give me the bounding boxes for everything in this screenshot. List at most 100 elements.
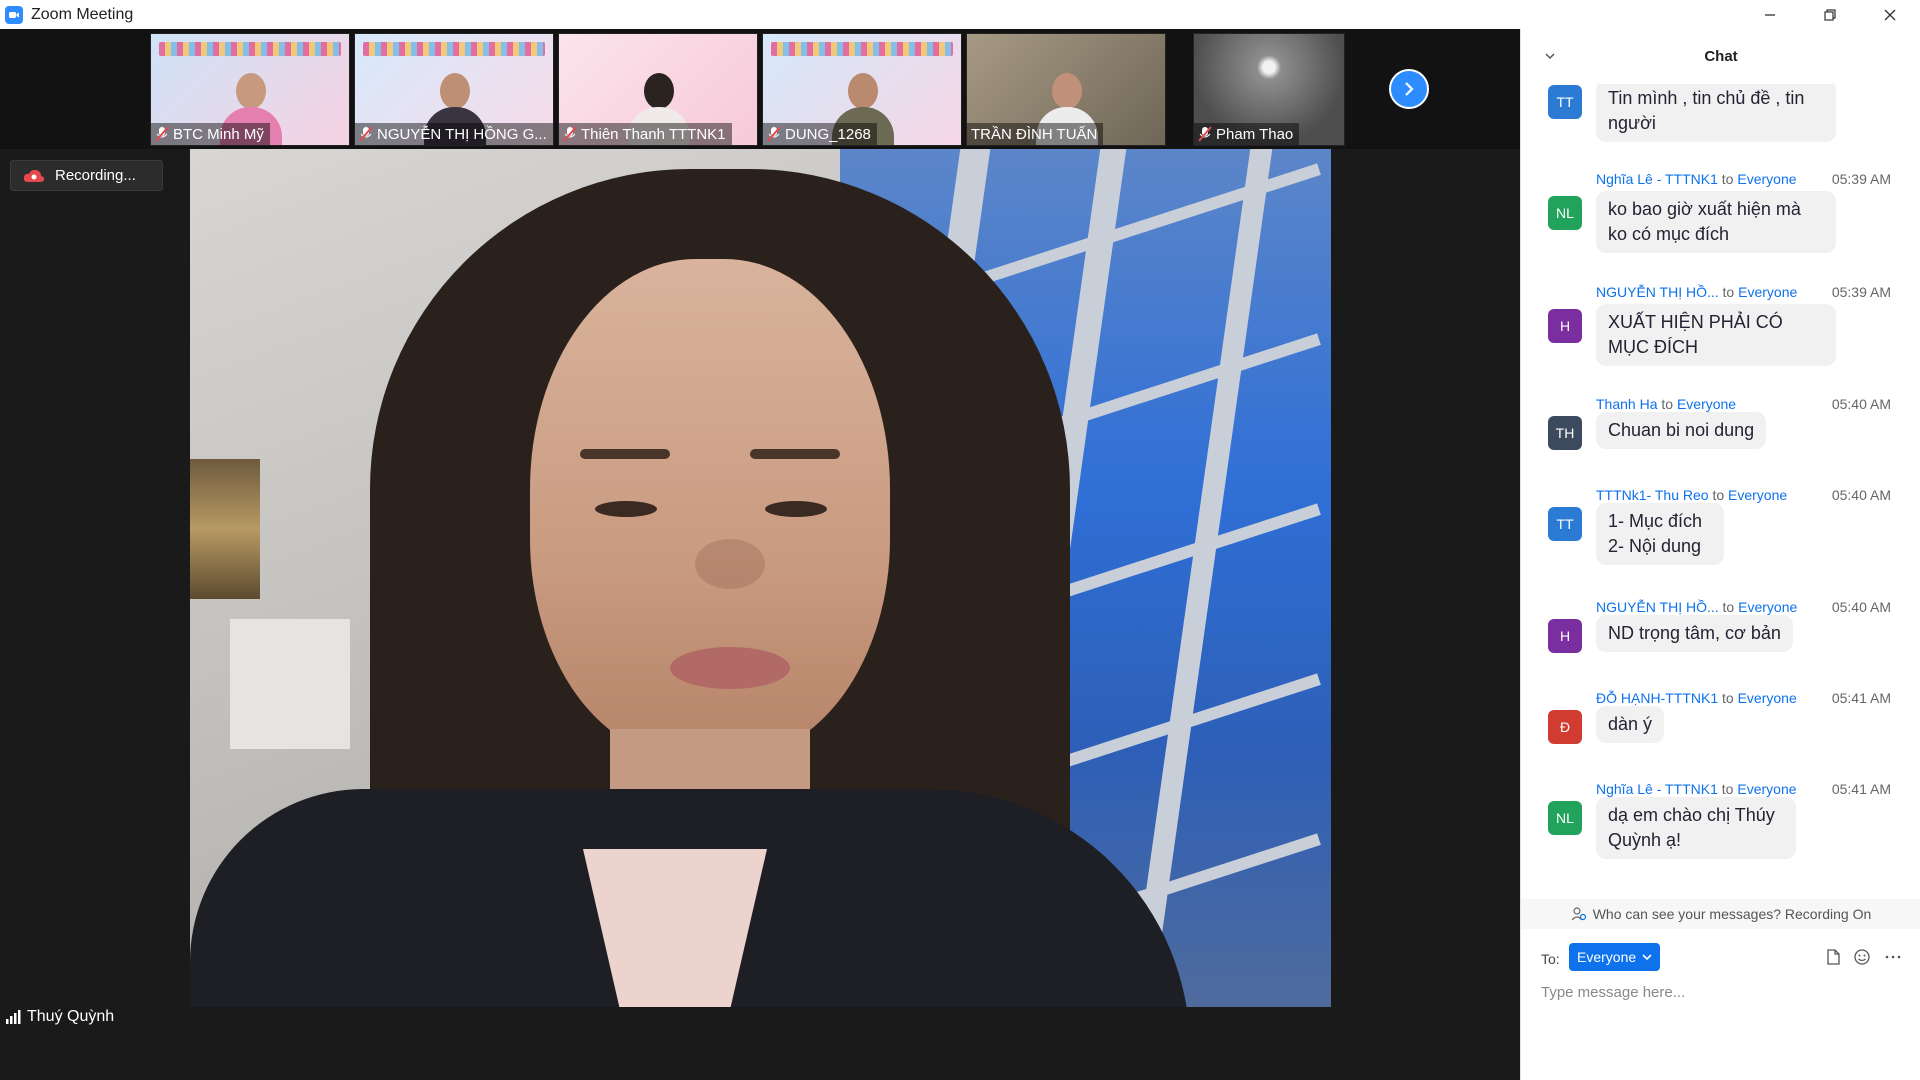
sender-name[interactable]: ĐỖ HẠNH-TTTNK1	[1596, 690, 1718, 706]
mic-muted-icon	[1198, 126, 1212, 142]
close-icon	[1884, 9, 1896, 20]
avatar: Đ	[1548, 710, 1582, 744]
recipient-dropdown[interactable]: Everyone	[1569, 943, 1661, 971]
speaker-label: Thuý Quỳnh	[5, 1008, 114, 1026]
participant-tile[interactable]: TRẦN ĐÌNH TUẤN	[966, 33, 1166, 146]
chat-compose: To: Everyone	[1521, 929, 1920, 1080]
message-text: Chuan bi noi dung	[1596, 412, 1767, 449]
chat-header: Chat	[1521, 29, 1920, 84]
to-text: to	[1712, 487, 1725, 503]
message-time: 05:41 AM	[1831, 690, 1891, 706]
recipient-name[interactable]: Everyone	[1738, 690, 1797, 706]
file-button[interactable]	[1823, 947, 1843, 967]
mic-muted-icon	[359, 126, 373, 142]
meeting-area: BTC Minh Mỹ NGUYỄN THỊ HỒNG G... Thiên T…	[0, 29, 1520, 1080]
participant-tile[interactable]: Pham Thao	[1193, 33, 1345, 146]
participant-name: Pham Thao	[1216, 125, 1294, 143]
avatar: H	[1548, 619, 1582, 653]
signal-strength-icon	[6, 1010, 21, 1024]
restore-button[interactable]	[1800, 0, 1860, 29]
message-meta: Thanh Ha to Everyone	[1596, 396, 1736, 412]
message-meta: ĐỖ HẠNH-TTTNK1 to Everyone	[1596, 690, 1797, 706]
participant-tile[interactable]: BTC Minh Mỹ	[150, 33, 350, 146]
message-text: XUẤT HIỆN PHẢI CÓ MỤC ĐÍCH	[1596, 304, 1836, 366]
participant-name: NGUYỄN THỊ HỒNG G...	[377, 125, 547, 143]
participant-name: Thiên Thanh TTTNK1	[581, 125, 726, 143]
window-title: Zoom Meeting	[31, 5, 134, 23]
message-time: 05:41 AM	[1831, 781, 1891, 797]
participant-tile[interactable]: NGUYỄN THỊ HỒNG G...	[354, 33, 554, 146]
sender-name[interactable]: Nghĩa Lê - TTTNK1	[1596, 171, 1718, 187]
zoom-app-icon	[5, 5, 23, 24]
message-input[interactable]	[1541, 979, 1901, 1005]
message-time: 05:40 AM	[1831, 487, 1891, 503]
avatar: TT	[1548, 85, 1582, 119]
participant-tile[interactable]: DUNG_1268	[762, 33, 962, 146]
sender-name[interactable]: Nghĩa Lê - TTTNK1	[1596, 781, 1718, 797]
participant-tile[interactable]: Thiên Thanh TTTNK1	[558, 33, 758, 146]
more-options-button[interactable]	[1883, 947, 1903, 967]
participant-name: DUNG_1268	[785, 125, 871, 143]
minimize-icon	[1765, 13, 1775, 16]
message-text: 1- Mục đích 2- Nội dung	[1596, 503, 1724, 565]
avatar: NL	[1548, 196, 1582, 230]
emoji-icon	[1854, 949, 1870, 965]
recipient-name[interactable]: Everyone	[1677, 396, 1736, 412]
minimize-button[interactable]	[1740, 0, 1800, 29]
emoji-button[interactable]	[1852, 947, 1872, 967]
chevron-down-icon[interactable]	[1543, 49, 1557, 63]
message-meta: NGUYỄN THỊ HỒ... to Everyone	[1596, 284, 1797, 300]
recipient-name[interactable]: Everyone	[1737, 781, 1796, 797]
title-bar: Zoom Meeting	[0, 0, 1920, 29]
more-icon	[1885, 955, 1901, 959]
message-visibility-notice[interactable]: Who can see your messages? Recording On	[1521, 899, 1920, 929]
to-label: To:	[1541, 951, 1560, 967]
next-page-button[interactable]	[1389, 69, 1429, 109]
recording-label: Recording...	[55, 167, 136, 184]
restore-icon	[1824, 8, 1836, 21]
message-text: dạ em chào chị Thúy Quỳnh ạ!	[1596, 797, 1796, 859]
mic-muted-icon	[563, 126, 577, 142]
recipient-name[interactable]: Everyone	[1728, 487, 1787, 503]
speaker-name: Thuý Quỳnh	[27, 1008, 115, 1025]
chat-title: Chat	[1704, 48, 1738, 65]
message-text: Tin mình , tin chủ đề , tin người	[1596, 84, 1836, 142]
sender-name[interactable]: NGUYỄN THỊ HỒ...	[1596, 284, 1719, 300]
to-text: to	[1722, 284, 1735, 300]
message-meta: TTTNk1- Thu Reo to Everyone	[1596, 487, 1787, 503]
message-meta: NGUYỄN THỊ HỒ... to Everyone	[1596, 599, 1797, 615]
chat-messages[interactable]: TT Tin mình , tin chủ đề , tin người Ngh…	[1521, 84, 1920, 904]
message-time: 05:39 AM	[1831, 284, 1891, 300]
sender-name[interactable]: TTTNk1- Thu Reo	[1596, 487, 1709, 503]
message-text: ND trọng tâm, cơ bản	[1596, 615, 1793, 652]
sender-name[interactable]: NGUYỄN THỊ HỒ...	[1596, 599, 1719, 615]
recipient-name[interactable]: Everyone	[1737, 171, 1796, 187]
recipient-name[interactable]: Everyone	[1738, 284, 1797, 300]
mic-muted-icon	[155, 126, 169, 142]
participant-name: TRẦN ĐÌNH TUẤN	[971, 125, 1098, 143]
to-text: to	[1721, 171, 1734, 187]
recipient-value: Everyone	[1577, 949, 1637, 965]
to-text: to	[1722, 690, 1734, 706]
sender-name[interactable]: Thanh Ha	[1596, 396, 1657, 412]
avatar: TH	[1548, 416, 1582, 450]
to-text: to	[1661, 396, 1674, 412]
message-meta: Nghĩa Lê - TTTNK1 to Everyone	[1596, 781, 1797, 797]
chevron-down-icon	[1642, 954, 1652, 961]
message-meta: Nghĩa Lê - TTTNK1 to Everyone	[1596, 171, 1797, 187]
to-text: to	[1722, 599, 1735, 615]
chevron-right-icon	[1405, 82, 1414, 96]
avatar: TT	[1548, 507, 1582, 541]
participant-strip: BTC Minh Mỹ NGUYỄN THỊ HỒNG G... Thiên T…	[0, 29, 1520, 149]
close-button[interactable]	[1860, 0, 1920, 29]
chat-panel: Chat TT Tin mình , tin chủ đề , tin ngườ…	[1520, 29, 1920, 1080]
participant-name: BTC Minh Mỹ	[173, 125, 264, 143]
message-time: 05:39 AM	[1831, 171, 1891, 187]
to-text: to	[1721, 781, 1734, 797]
recording-indicator[interactable]: Recording...	[10, 160, 163, 191]
message-time: 05:40 AM	[1831, 599, 1891, 615]
recipient-name[interactable]: Everyone	[1738, 599, 1797, 615]
notice-text: Who can see your messages? Recording On	[1592, 906, 1872, 922]
people-icon	[1571, 907, 1586, 921]
avatar: NL	[1548, 801, 1582, 835]
